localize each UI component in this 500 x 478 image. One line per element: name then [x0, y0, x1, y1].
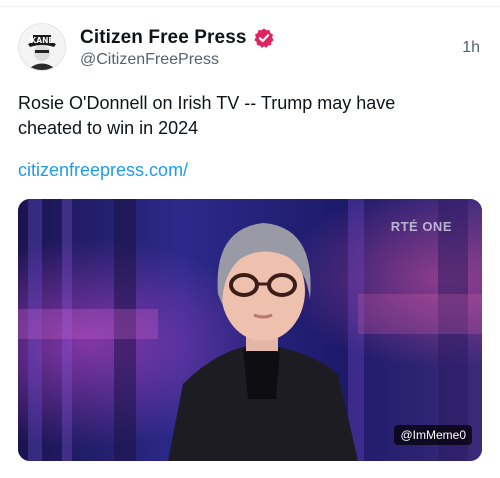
verified-badge-icon	[253, 28, 274, 48]
tweet[interactable]: KANE Citizen Free Press @CitizenFreePres…	[0, 0, 500, 478]
post-text: Rosie O'Donnell on Irish TV -- Trump may…	[18, 93, 396, 138]
author-handle[interactable]: @CitizenFreePress	[80, 51, 219, 69]
avatar[interactable]: KANE	[18, 23, 66, 71]
display-name[interactable]: Citizen Free Press	[80, 27, 247, 49]
video-thumbnail	[18, 199, 482, 461]
channel-logo: RTÉ ONE	[390, 219, 452, 234]
avatar-label: KANE	[30, 36, 53, 45]
avatar-image: KANE	[19, 24, 65, 70]
post-link[interactable]: citizenfreepress.com/	[18, 160, 188, 181]
author-name-row: Citizen Free Press	[80, 26, 275, 50]
timestamp[interactable]: 1h	[462, 39, 480, 57]
video-watermark: @ImMeme0	[394, 425, 472, 445]
video-media[interactable]: RTÉ ONE @ImMeme0	[18, 199, 482, 461]
